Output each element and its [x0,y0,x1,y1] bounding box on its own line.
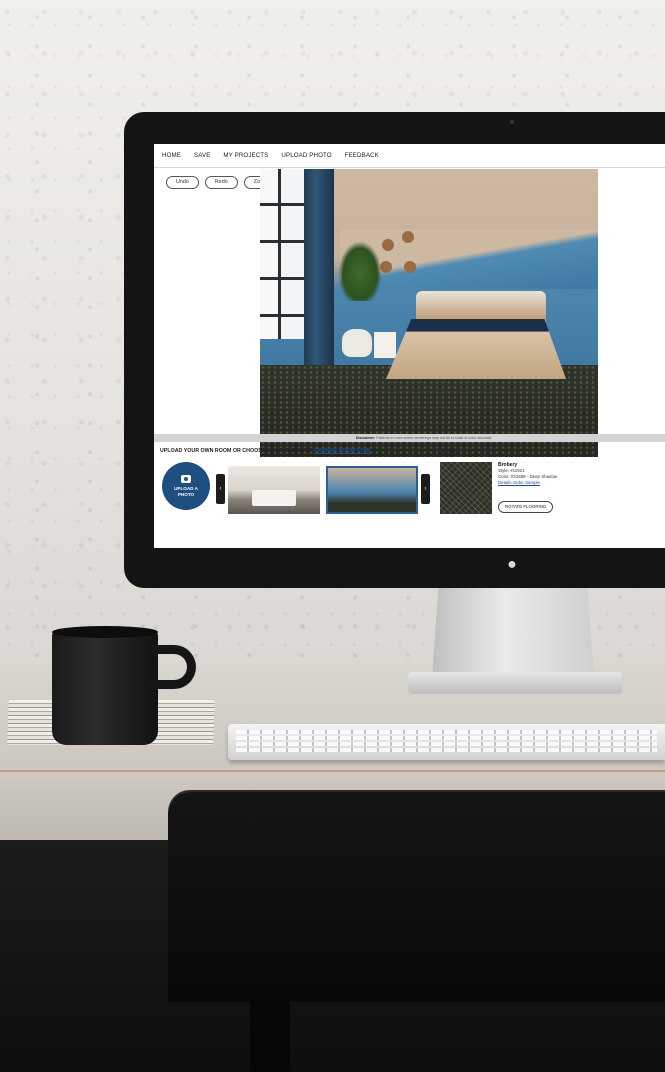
disclaimer-label: Disclaimer: [355,436,376,440]
room-curtain [304,169,334,365]
top-navigation: HOME SAVE MY PROJECTS UPLOAD PHOTO FEEDB… [154,144,665,168]
keyboard-keys [236,730,657,754]
floor-swatch[interactable] [440,462,492,514]
nav-save[interactable]: SAVE [194,152,210,159]
upload-photo-button[interactable]: UPLOAD A PHOTO [162,462,210,510]
floor-heading: FLOOR [440,451,458,457]
room-bed [386,319,566,379]
monitor: ● HOME SAVE MY PROJECTS UPLOAD PHOTO FEE… [124,112,665,588]
coffee-mug-handle [150,645,196,689]
nav-home[interactable]: HOME [162,152,181,159]
nav-upload-photo[interactable]: UPLOAD PHOTO [281,152,331,159]
room-planter [342,329,372,357]
floor-details: Brobery Style: #11921 Color: #23489 - De… [498,462,557,486]
scene-thumbnail-selected[interactable] [326,466,418,514]
rotate-flooring-button[interactable]: ROTATE FLOORING [498,501,554,513]
nav-my-projects[interactable]: MY PROJECTS [223,152,268,159]
scene-heading: UPLOAD YOUR OWN ROOM OR CHOOSE A SCENE B… [160,448,370,454]
disclaimer-text: Patterns in room scene renderings may no… [376,436,493,440]
room-window [260,169,304,339]
coffee-mug [52,630,158,745]
room-nightstand [374,332,396,358]
scene-heading-text: UPLOAD YOUR OWN ROOM OR CHOOSE A SCENE B… [160,448,313,454]
nav-feedback[interactable]: FEEDBACK [345,152,379,159]
disclaimer-bar: Disclaimer: Patterns in room scene rende… [154,434,665,442]
redo-button[interactable]: Redo [204,176,238,189]
scene-next-button[interactable]: › [421,474,430,504]
monitor-stand-base [408,672,622,694]
keyboard [228,724,665,760]
app-screen: HOME SAVE MY PROJECTS UPLOAD PHOTO FEEDB… [154,144,665,548]
office-chair-post [250,1000,290,1072]
pendant-lamp [382,239,394,251]
room-plant [338,241,382,301]
coffee-mug-rim [52,626,158,638]
monitor-stand [432,586,594,678]
room-visualizer[interactable] [260,169,598,457]
undo-button[interactable]: Undo [166,176,199,189]
pendant-lamp [402,231,414,243]
scene-prev-button[interactable]: ‹ [216,474,225,504]
scene-thumbnail[interactable] [228,466,320,514]
pendant-lamp [380,261,392,273]
webcam-icon [510,120,514,124]
camera-icon [181,474,191,483]
apple-logo-icon: ● [507,556,517,573]
change-room-type-link[interactable]: CHANGE ROOM TYPE [314,448,370,454]
pendant-lamp [404,261,416,273]
office-chair-back [168,792,665,1002]
floor-details-link[interactable]: Details Order Sample [498,480,557,486]
upload-label-line2: PHOTO [177,491,195,497]
